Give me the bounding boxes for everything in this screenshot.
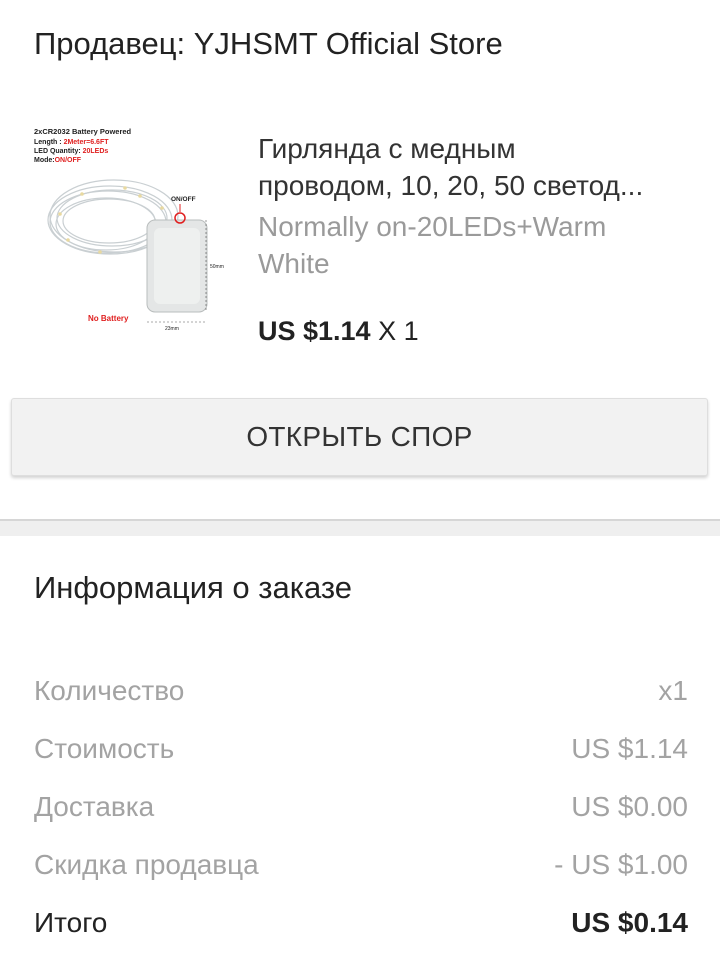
- svg-text:Mode:ON/OFF: Mode:ON/OFF: [34, 157, 82, 164]
- image-text-onoff: ON/OFF: [171, 196, 196, 203]
- seller-name[interactable]: Продавец: YJHSMT Official Store: [34, 22, 503, 66]
- total-value: US $0.14: [571, 907, 688, 938]
- image-text-mode-value: ON/OFF: [55, 157, 82, 164]
- shipping-row: Доставка US $0.00: [34, 787, 688, 827]
- image-text-no-battery: No Battery: [88, 314, 129, 323]
- product-image[interactable]: 2xCR2032 Battery Powered Length : 2Meter…: [30, 122, 230, 332]
- image-text-mode-label: Mode:: [34, 157, 55, 164]
- shipping-value: US $0.00: [571, 791, 688, 822]
- seller-discount-label: Скидка продавца: [34, 849, 259, 880]
- image-text-length-value: 2Meter=6.6FT: [64, 139, 110, 146]
- seller-discount-row: Скидка продавца - US $1.00: [34, 845, 688, 885]
- product-title-line2: проводом, 10, 20, 50 светод...: [258, 170, 644, 201]
- image-text-line1: 2xCR2032 Battery Powered: [34, 127, 132, 136]
- cost-label: Стоимость: [34, 733, 175, 764]
- quantity-row: Количество x1: [34, 671, 688, 711]
- quantity-label: Количество: [34, 675, 185, 706]
- product-price-line: US $1.14 X 1: [258, 313, 419, 349]
- product-quantity: X 1: [378, 316, 419, 346]
- seller-discount-value: - US $1.00: [554, 849, 688, 880]
- product-variant: Normally on-20LEDs+Warm White: [258, 211, 607, 279]
- product-item[interactable]: 2xCR2032 Battery Powered Length : 2Meter…: [0, 120, 720, 350]
- shipping-label: Доставка: [34, 791, 155, 822]
- total-row: Итого US $0.14: [34, 903, 688, 943]
- total-label: Итого: [34, 907, 108, 938]
- product-price: US $1.14: [258, 316, 371, 346]
- image-text-width: 23mm: [165, 326, 179, 332]
- image-text-height: 50mm: [210, 264, 224, 270]
- svg-text:Length : 2Meter=6.6FT: Length : 2Meter=6.6FT: [34, 139, 109, 146]
- open-dispute-button[interactable]: ОТКРЫТЬ СПОР: [11, 398, 708, 476]
- cost-row: Стоимость US $1.14: [34, 729, 688, 769]
- image-text-length-label: Length :: [34, 139, 64, 146]
- product-title[interactable]: Гирлянда с медным проводом, 10, 20, 50 с…: [258, 130, 698, 204]
- image-text-led-value: 20LEDs: [83, 148, 109, 155]
- product-title-line1: Гирлянда с медным: [258, 133, 516, 164]
- quantity-value: x1: [658, 675, 688, 706]
- section-divider: [0, 519, 720, 536]
- svg-text:LED Quantity: 20LEDs: LED Quantity: 20LEDs: [34, 148, 108, 155]
- image-text-led-label: LED Quantity:: [34, 148, 83, 155]
- order-info-title: Информация о заказе: [34, 570, 352, 605]
- cost-value: US $1.14: [571, 733, 688, 764]
